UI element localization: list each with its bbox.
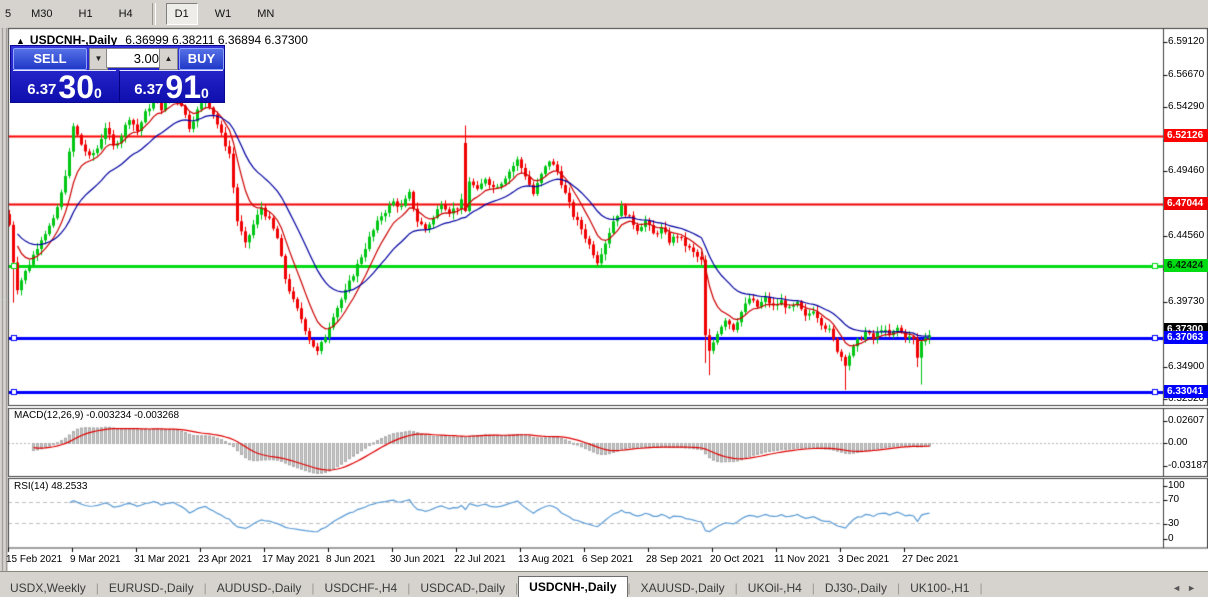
chart-tab-audusd[interactable]: AUDUSD-,Daily [207,579,312,597]
buy-price-big: 91 [165,69,201,105]
date-axis-label: 3 Dec 2021 [838,554,890,565]
date-axis-label: 30 Jun 2021 [390,554,446,565]
buy-price-small: 6.37 [134,81,164,98]
rsi-axis-tick: 0 [1168,533,1174,544]
one-click-trade-panel: SELL ▼ ▲ BUY 6.37300 6.37910 [10,45,225,103]
sell-price-sup: 0 [94,85,102,101]
chart-tab-dj30[interactable]: DJ30-,Daily [815,579,897,597]
price-axis-tick: 6.59120 [1168,36,1205,47]
chart-tab-bar: USDX,Weekly | EURUSD-,Daily | AUDUSD-,Daily |… [0,571,1208,597]
price-level-label[interactable]: 6.47044 [1164,197,1208,211]
sell-price-small: 6.37 [27,81,57,98]
buy-button[interactable]: BUY [179,48,224,70]
buy-price-display[interactable]: 6.37 91 0 [119,69,223,105]
date-axis-label: 17 May 2021 [262,554,320,565]
price-axis-tick: 6.44560 [1168,230,1205,241]
price-level-label[interactable]: 6.33041 [1164,385,1208,399]
price-level-label[interactable]: 6.52126 [1164,128,1208,142]
tab-scroll-left-icon[interactable]: ◄ [1172,583,1187,593]
sell-price-display[interactable]: 6.37 30 0 [13,69,116,105]
date-axis-label: 11 Nov 2021 [774,554,830,565]
sell-button[interactable]: SELL [13,48,87,70]
chart-tab-eurusd[interactable]: EURUSD-,Daily [99,579,204,597]
sell-price-big: 30 [58,69,94,105]
chart-tab-uk100[interactable]: UK100-,H1 [900,579,979,597]
tab-scroll-arrows: ◄► [1172,579,1202,597]
trade-panel-controls: SELL ▼ ▲ BUY [11,48,224,70]
date-axis-label: 28 Sep 2021 [646,554,703,565]
macd-indicator-label: MACD(12,26,9) -0.003234 -0.003268 [14,410,180,421]
date-axis-label: 27 Dec 2021 [902,554,959,565]
macd-axis-tick: 0.00 [1168,437,1188,448]
date-axis-label: 20 Oct 2021 [710,554,765,565]
chart-tab-usdx[interactable]: USDX,Weekly [0,579,96,597]
price-axis-tick: 6.54290 [1168,101,1205,112]
price-level-label[interactable]: 6.37063 [1164,331,1208,345]
date-axis-label: 8 Jun 2021 [326,554,376,565]
price-axis-tick: 6.56670 [1168,69,1205,80]
price-axis-tick: 6.34900 [1168,361,1205,372]
macd-axis-tick: -0.03187 [1168,460,1208,471]
volume-input[interactable] [106,48,163,68]
tab-scroll-right-icon[interactable]: ► [1187,583,1202,593]
date-axis-label: 15 Feb 2021 [6,554,63,565]
rsi-axis-tick: 100 [1168,480,1185,491]
application-window: 5M30H1H4D1W1MN ▲USDCNH-,Daily6.36999 6.3… [0,0,1208,597]
date-axis-label: 31 Mar 2021 [134,554,191,565]
date-axis-label: 9 Mar 2021 [70,554,121,565]
buy-price-sup: 0 [201,85,209,101]
date-axis-label: 13 Aug 2021 [518,554,575,565]
tab-separator: | [979,581,983,595]
chart-tab-usdcad[interactable]: USDCAD-,Daily [410,579,515,597]
volume-increase-icon[interactable]: ▲ [159,48,178,70]
date-axis-label: 23 Apr 2021 [198,554,252,565]
date-axis-label: 6 Sep 2021 [582,554,634,565]
chart-tab-usdcnh[interactable]: USDCNH-,Daily [518,576,628,597]
price-axis-tick: 6.39730 [1168,296,1205,307]
rsi-axis-tick: 70 [1168,494,1180,505]
price-level-label[interactable]: 6.42424 [1164,259,1208,273]
rsi-indicator-label: RSI(14) 48.2533 [14,481,88,492]
date-axis-label: 22 Jul 2021 [454,554,506,565]
macd-axis-tick: 0.02607 [1168,415,1205,426]
chart-tab-xauusd[interactable]: XAUUSD-,Daily [631,579,735,597]
rsi-axis-tick: 30 [1168,518,1180,529]
chart-tab-usdchf[interactable]: USDCHF-,H4 [315,579,408,597]
chart-tab-ukoil[interactable]: UKOil-,H4 [738,579,812,597]
price-axis-tick: 6.49460 [1168,165,1205,176]
